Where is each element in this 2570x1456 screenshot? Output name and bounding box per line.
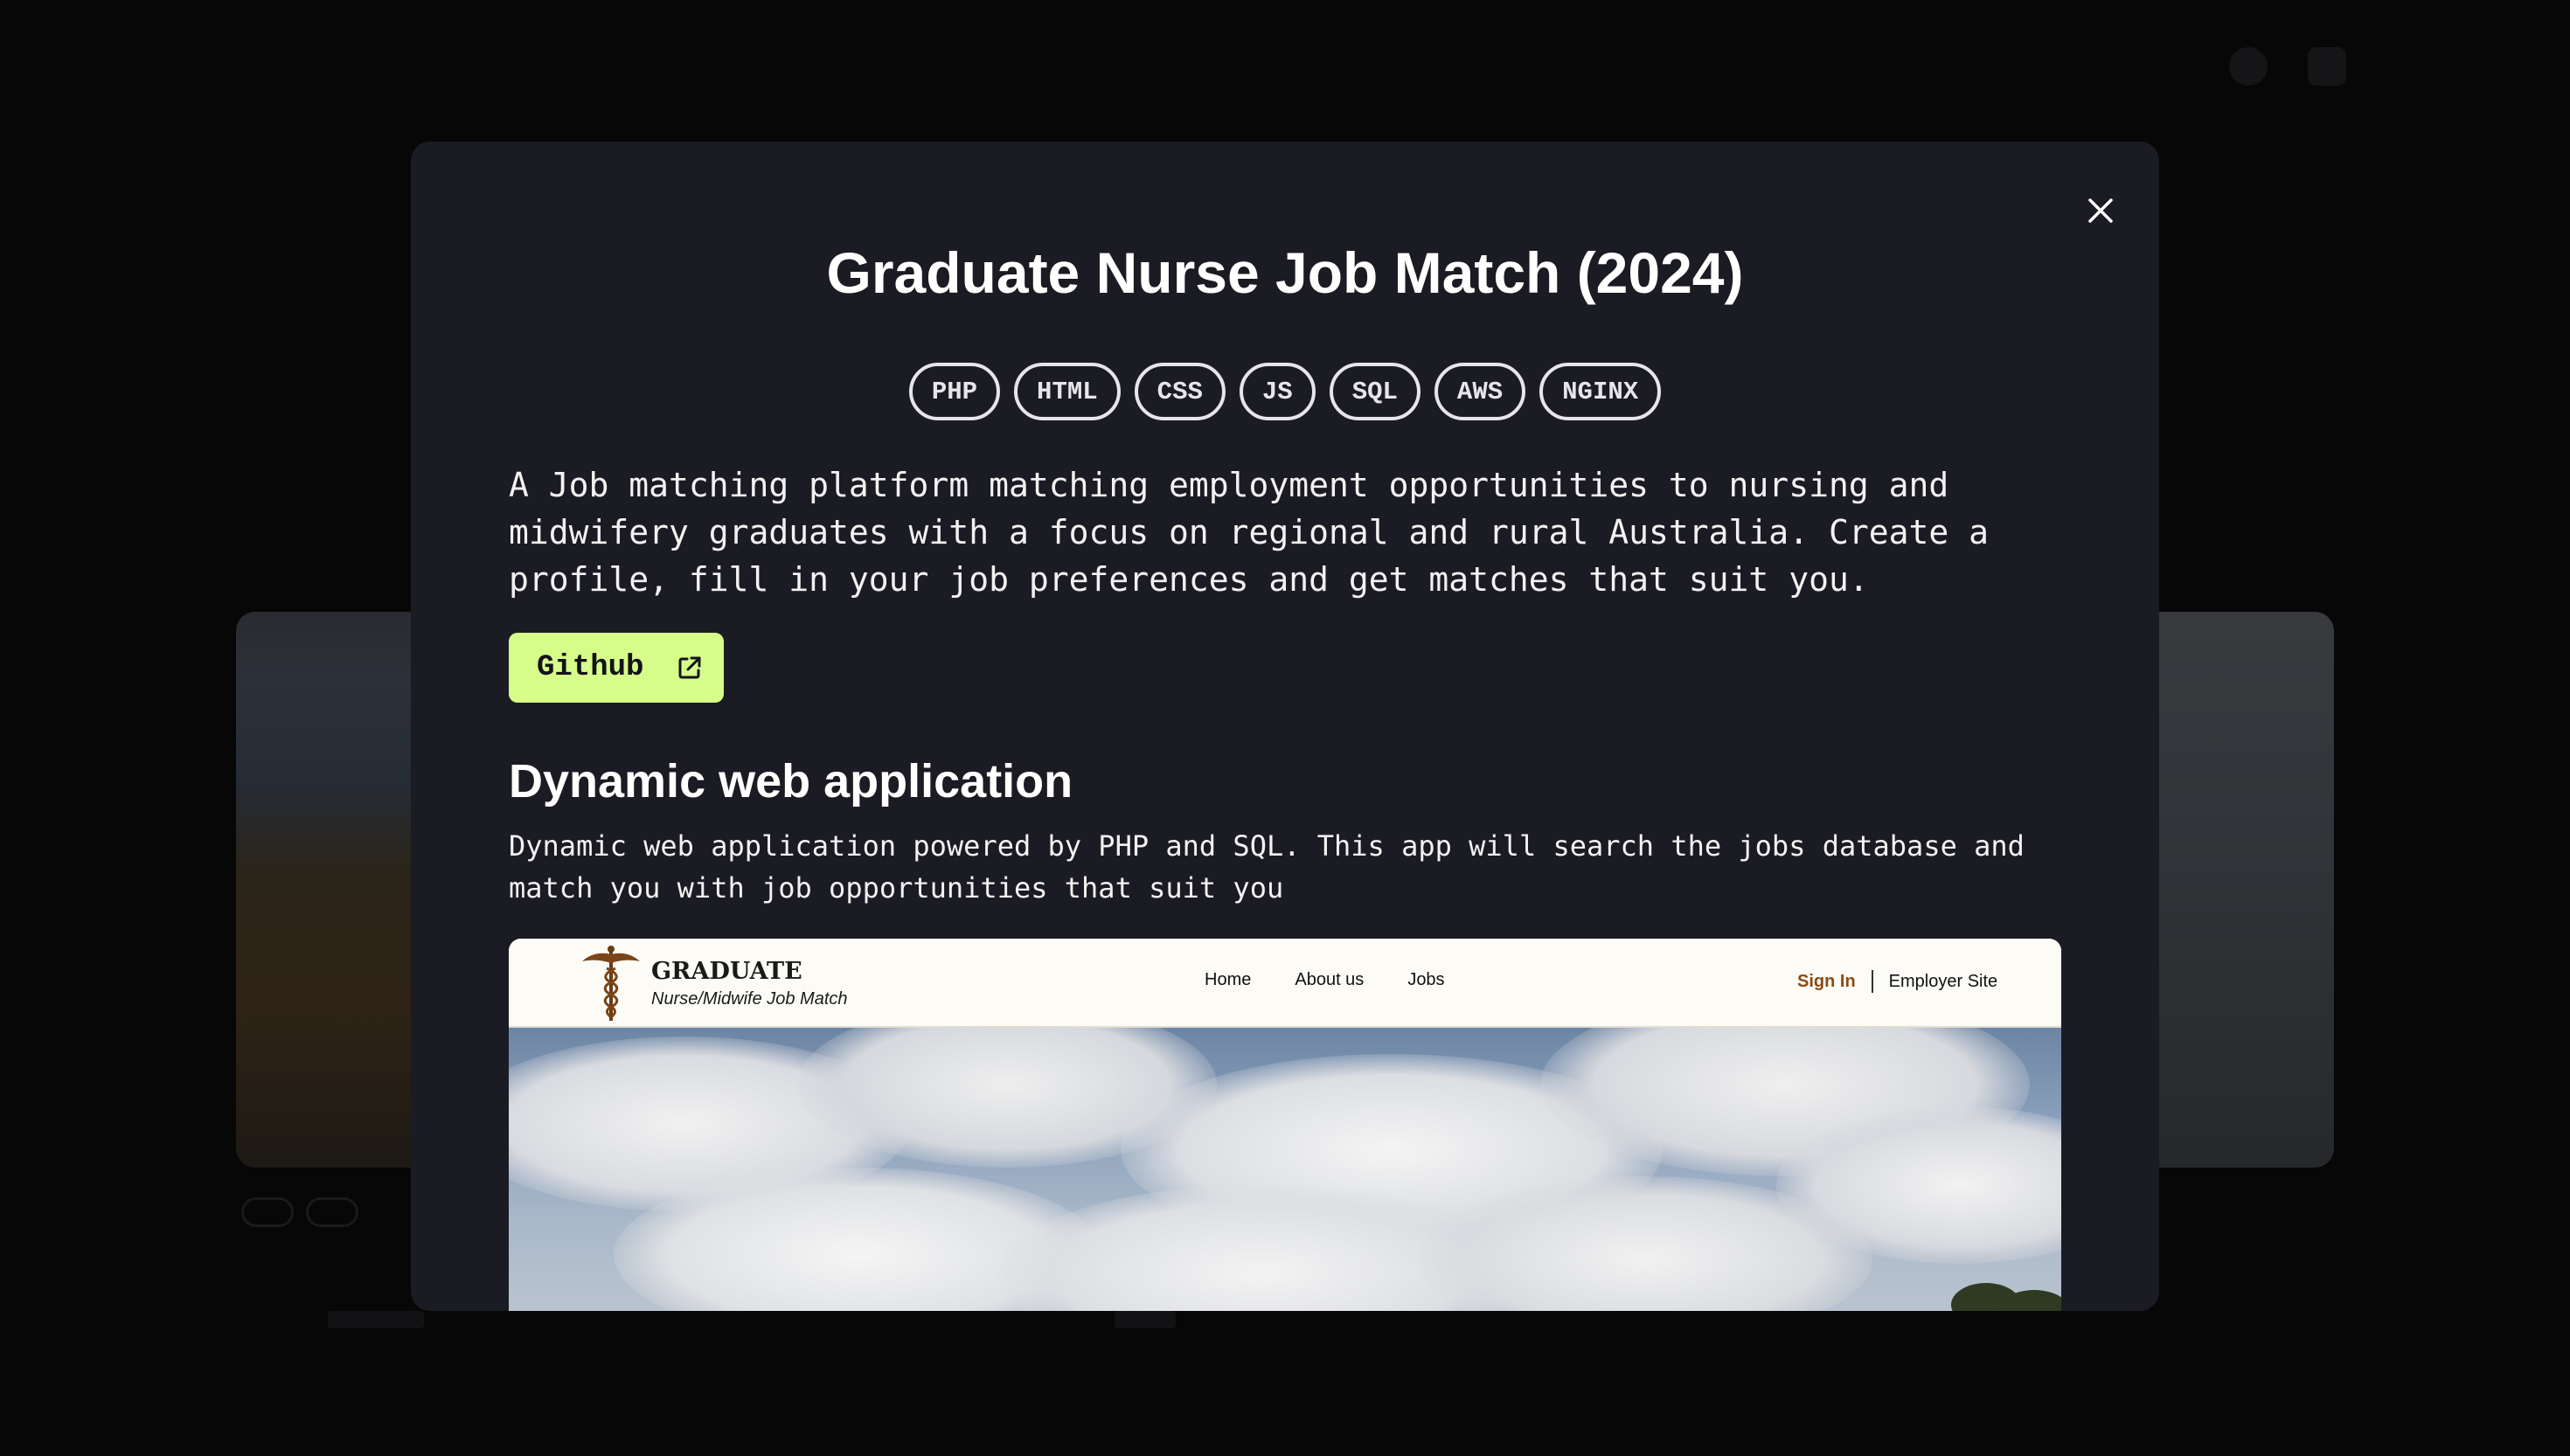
app-nav: Home About us Jobs xyxy=(1205,970,1489,990)
section-title: Dynamic web application xyxy=(509,755,1073,808)
tech-tag: NGINX xyxy=(1539,363,1662,420)
background-link xyxy=(1115,1311,1176,1328)
app-employer-site: Employer Site xyxy=(1888,971,1998,991)
app-account-links: Sign In Employer Site xyxy=(1797,970,1997,993)
page: Graduate Nurse Job Match (2024) PHP HTML… xyxy=(0,0,2570,1456)
external-link-icon xyxy=(677,655,703,681)
tech-tag: HTML xyxy=(1014,363,1121,420)
background-tag xyxy=(241,1197,294,1227)
tech-tag: SQL xyxy=(1329,363,1420,420)
background-tags xyxy=(241,1197,371,1231)
background-link xyxy=(328,1311,424,1328)
app-brand-name: GRADUATE xyxy=(651,958,802,985)
app-divider xyxy=(1871,970,1873,993)
app-brand-subtitle: Nurse/Midwife Job Match xyxy=(651,989,848,1009)
background-tag xyxy=(306,1197,358,1227)
section-description: Dynamic web application powered by PHP a… xyxy=(509,829,2025,905)
project-description: A Job matching platform matching employm… xyxy=(509,466,1989,599)
modal-title: Graduate Nurse Job Match (2024) xyxy=(826,240,1744,305)
app-nav-jobs: Jobs xyxy=(1407,970,1445,989)
tech-tag: CSS xyxy=(1134,363,1226,420)
background-menu-icon xyxy=(2308,47,2346,86)
background-search-icon xyxy=(2229,47,2268,86)
app-screenshot: GRADUATE Nurse/Midwife Job Match Home Ab… xyxy=(509,939,2061,1311)
caduceus-icon xyxy=(582,946,640,1021)
tech-tag: JS xyxy=(1239,363,1316,420)
close-button[interactable] xyxy=(2072,182,2129,239)
close-icon xyxy=(2088,198,2113,223)
tech-tag: PHP xyxy=(908,363,1001,420)
app-nav-about: About us xyxy=(1295,970,1365,989)
tech-tags: PHP HTML CSS JS SQL AWS NGINX xyxy=(411,363,2159,420)
tech-tag: AWS xyxy=(1434,363,1526,420)
app-hero-sky-image xyxy=(509,1028,2061,1311)
app-nav-home: Home xyxy=(1205,970,1252,989)
background-header xyxy=(0,0,2570,131)
project-modal: Graduate Nurse Job Match (2024) PHP HTML… xyxy=(411,142,2159,1311)
github-button[interactable]: Github xyxy=(509,633,724,703)
app-header: GRADUATE Nurse/Midwife Job Match Home Ab… xyxy=(509,939,2061,1028)
github-label: Github xyxy=(537,651,644,684)
app-sign-in: Sign In xyxy=(1797,971,1856,991)
